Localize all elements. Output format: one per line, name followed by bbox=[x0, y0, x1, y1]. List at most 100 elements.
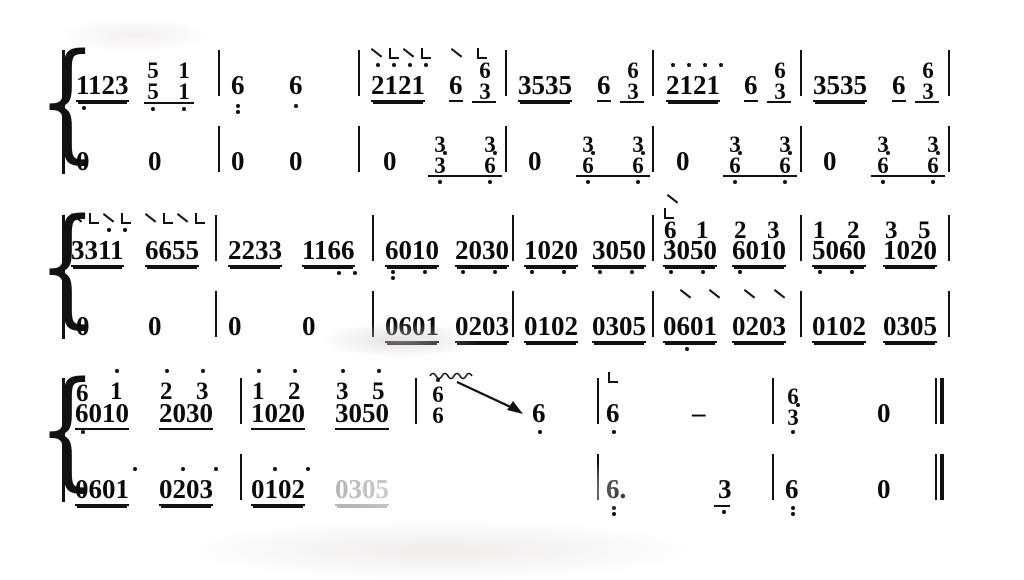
note: 6 bbox=[289, 70, 303, 100]
note: 6 bbox=[597, 70, 611, 102]
fingering-slash-icon bbox=[745, 289, 756, 300]
rest: 0 bbox=[76, 146, 90, 176]
final-barline bbox=[935, 454, 945, 500]
chord-stack: 55 bbox=[147, 58, 159, 104]
barline bbox=[652, 126, 654, 172]
note-group: 1166 bbox=[302, 235, 355, 267]
beam-line bbox=[472, 101, 496, 103]
fingering-slash-icon bbox=[72, 213, 83, 224]
note-group: 6655 bbox=[145, 235, 199, 267]
barline bbox=[372, 215, 374, 261]
fingering-slash-icon bbox=[710, 289, 721, 300]
rest: 0 bbox=[676, 146, 690, 176]
note-group: 3050 bbox=[335, 398, 389, 430]
note: 6. bbox=[606, 474, 627, 504]
system-2-lower-staff: 0 0 0 0 0601 0203 0102 0305 0601 0203 01… bbox=[0, 287, 1024, 357]
note-group: 2121 bbox=[666, 70, 720, 102]
fingering-ell-icon bbox=[608, 372, 619, 383]
rest: 0 bbox=[231, 146, 245, 176]
barline bbox=[240, 378, 242, 424]
fingering-slash-icon bbox=[775, 289, 786, 300]
note-group: 6010 bbox=[732, 235, 786, 267]
barline bbox=[800, 50, 802, 96]
chord-stack: 63 bbox=[627, 58, 639, 104]
note-group: 0203 bbox=[159, 474, 213, 506]
beam-line bbox=[576, 175, 650, 177]
beam-line bbox=[767, 101, 791, 103]
rest: 0 bbox=[877, 474, 891, 504]
note-group: 0601 bbox=[663, 311, 717, 343]
rest: 0 bbox=[228, 311, 242, 341]
note-group: 6010 bbox=[75, 398, 129, 430]
beam-line bbox=[428, 175, 502, 177]
system-1: { 1123 55 11 6 6 2121 6 6 3 3535 6 6 3 2… bbox=[0, 38, 1024, 190]
system-3: { 6 1 6010 2 3 2030 1 2 1020 3 5 3050 6 … bbox=[0, 366, 1024, 520]
barline bbox=[948, 291, 950, 337]
barline bbox=[218, 50, 220, 96]
note-group: 2030 bbox=[455, 235, 509, 267]
barline bbox=[215, 215, 217, 261]
note-group: 6010 bbox=[385, 235, 439, 267]
beam-line bbox=[714, 505, 730, 507]
barline bbox=[505, 126, 507, 172]
beam-line bbox=[723, 175, 797, 177]
note-group: 0601 bbox=[385, 311, 439, 343]
barline bbox=[215, 291, 217, 337]
barline bbox=[240, 454, 242, 500]
barline bbox=[358, 50, 360, 96]
system-2-upper-staff: 3311 6655 2233 1166 6010 2030 1020 3050 bbox=[0, 208, 1024, 281]
chord-stack: 11 bbox=[178, 58, 190, 104]
note-group: 1020 bbox=[524, 235, 578, 267]
rest: 0 bbox=[383, 146, 397, 176]
note-group: 1020 bbox=[883, 235, 937, 267]
note-group: 3311 bbox=[71, 235, 124, 267]
note-group: 0102 bbox=[524, 311, 578, 343]
chord-stack: 63 bbox=[922, 58, 934, 104]
note-group: 0102 bbox=[251, 474, 305, 506]
sheet-music-page: { 1123 55 11 6 6 2121 6 6 3 3535 6 6 3 2… bbox=[0, 0, 1024, 580]
note-group: 2121 bbox=[371, 70, 425, 102]
chord-stack: 66 bbox=[432, 382, 444, 428]
rest: 0 bbox=[289, 146, 303, 176]
rest: 0 bbox=[302, 311, 316, 341]
fingering-ell-icon bbox=[389, 48, 400, 59]
chord-stack: 63 bbox=[479, 58, 491, 104]
note: 6 bbox=[606, 398, 620, 428]
barline bbox=[358, 126, 360, 172]
barline bbox=[800, 215, 802, 261]
barline bbox=[652, 291, 654, 337]
beam-line bbox=[144, 102, 194, 104]
note-group: 2030 bbox=[159, 398, 213, 430]
chord-stack: 36 bbox=[582, 132, 594, 178]
note-group: 0203 bbox=[455, 311, 509, 343]
fingering-ell-icon bbox=[163, 213, 174, 224]
barline bbox=[218, 126, 220, 172]
rest: 0 bbox=[823, 146, 837, 176]
fingering-slash-icon bbox=[404, 48, 415, 59]
barline bbox=[948, 126, 950, 172]
note-group: 1020 bbox=[251, 398, 305, 430]
note: 6 bbox=[231, 70, 245, 100]
barline bbox=[512, 215, 514, 261]
fingering-ell-icon bbox=[195, 213, 206, 224]
note-group: 0305 bbox=[592, 311, 646, 343]
system-3-lower-staff: 0601 0203 0102 0305 6. 3 6 0 bbox=[0, 450, 1024, 520]
barline bbox=[372, 291, 374, 337]
barline bbox=[652, 50, 654, 96]
chord-stack: 33 bbox=[434, 132, 446, 178]
note: 6 bbox=[449, 70, 463, 102]
system-3-upper-staff: 6 1 6010 2 3 2030 1 2 1020 3 5 3050 6 6 … bbox=[0, 369, 1024, 444]
barline bbox=[948, 215, 950, 261]
barline bbox=[800, 291, 802, 337]
barline bbox=[772, 454, 774, 500]
note-group: 0305 bbox=[335, 474, 389, 506]
barline bbox=[597, 378, 599, 424]
note-group: 0102 bbox=[812, 311, 866, 343]
barline bbox=[512, 291, 514, 337]
chord-stack: 36 bbox=[927, 132, 939, 178]
note-group: 0305 bbox=[883, 311, 937, 343]
hold-dash: – bbox=[692, 398, 706, 428]
beam-line bbox=[620, 101, 644, 103]
note-group: 0203 bbox=[732, 311, 786, 343]
rest: 0 bbox=[148, 146, 162, 176]
